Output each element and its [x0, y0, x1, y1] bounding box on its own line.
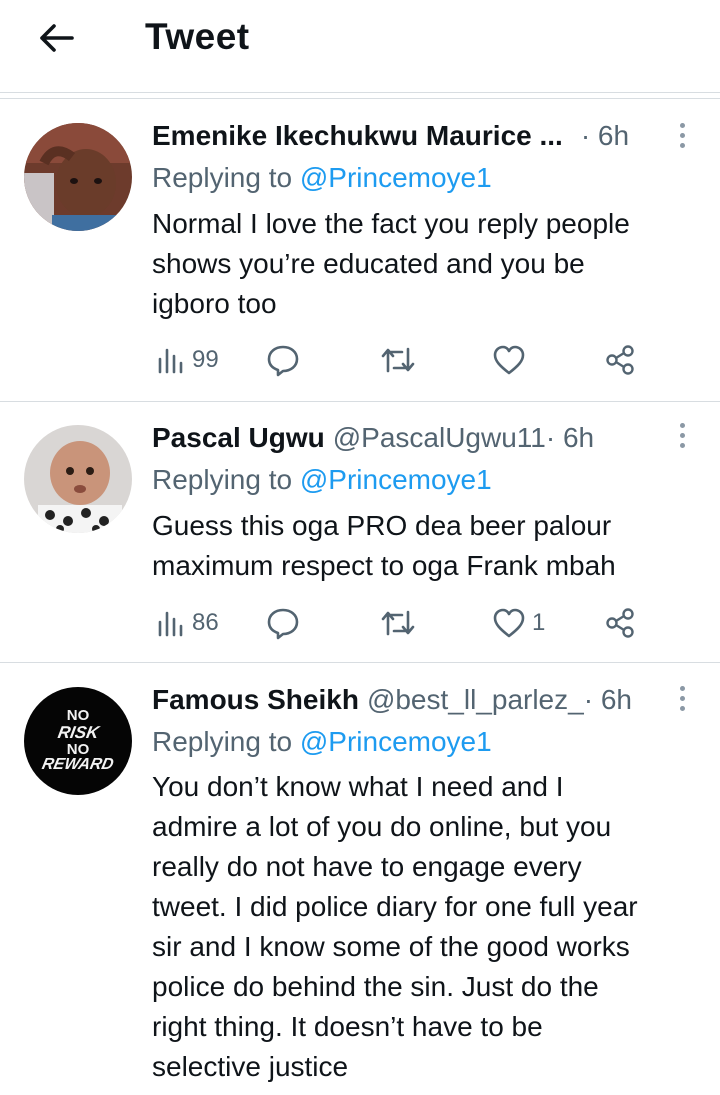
avatar-logo-text: RISK: [56, 722, 101, 742]
avatar[interactable]: [24, 425, 132, 533]
likes-count: 1: [532, 609, 546, 636]
user-photo-icon: [24, 123, 132, 231]
action-bar: 99: [152, 340, 652, 380]
replying-label: Replying to: [152, 162, 300, 193]
heart-icon: [493, 608, 525, 638]
timestamp[interactable]: · 6h: [584, 684, 632, 716]
dot: [679, 142, 685, 148]
tweet-header: Emenike Ikechukwu Maurice ... · 6h: [152, 120, 660, 152]
timestamp[interactable]: · 6h: [581, 120, 629, 152]
dot: [679, 685, 685, 691]
page-title: Tweet: [145, 16, 250, 57]
text-line: tweet. I did police diary for one full y…: [152, 891, 638, 922]
text-line: police do behind the sin. Just do the: [152, 971, 599, 1002]
replying-to: Replying to @Princemoye1: [152, 162, 492, 194]
tweet-header: Famous Sheikh @best_ll_parlez_ · 6h: [152, 684, 660, 716]
like-button[interactable]: [492, 340, 526, 380]
text-line: maximum respect to oga Frank mbah: [152, 550, 616, 581]
user-photo-icon: [24, 425, 132, 533]
divider: [0, 401, 720, 402]
author-handle[interactable]: @best_ll_parlez_: [367, 684, 584, 716]
replying-to: Replying to @Princemoye1: [152, 464, 492, 496]
share-icon: [606, 608, 634, 638]
analytics-icon: [158, 348, 183, 374]
views-button[interactable]: 86: [156, 603, 219, 643]
author-handle[interactable]: @PascalUgwu11: [333, 422, 546, 454]
top-bar: Tweet: [0, 0, 720, 92]
reply-button[interactable]: [266, 603, 300, 643]
share-button[interactable]: [604, 603, 636, 643]
retweet-icon: [381, 347, 415, 373]
mention-link[interactable]: @Princemoye1: [300, 464, 492, 495]
reply-icon: [267, 608, 299, 640]
author-name[interactable]: Emenike Ikechukwu Maurice ...: [152, 120, 563, 152]
mention-link[interactable]: @Princemoye1: [300, 162, 492, 193]
more-options-button[interactable]: [674, 415, 690, 455]
replying-to: Replying to @Princemoye1: [152, 726, 492, 758]
avatar-logo-text: REWARD: [40, 756, 116, 774]
reply-button[interactable]: [266, 340, 300, 380]
mention-link[interactable]: @Princemoye1: [300, 726, 492, 757]
retweet-button[interactable]: [380, 340, 416, 380]
like-button[interactable]: 1: [492, 603, 545, 643]
dot: [679, 705, 685, 711]
avatar-logo-text: NO: [66, 740, 90, 758]
text-line: admire a lot of you do online, but you: [152, 811, 612, 842]
avatar[interactable]: NO RISK NO REWARD: [24, 687, 132, 795]
dot: [679, 695, 685, 701]
more-options-button[interactable]: [674, 115, 690, 155]
avatar-logo-text: NO: [66, 706, 90, 724]
text-line: really do not have to engage every: [152, 851, 582, 882]
text-line: shows you’re educated and you be: [152, 248, 585, 279]
dot: [679, 432, 685, 438]
author-name[interactable]: Famous Sheikh: [152, 684, 359, 716]
author-name[interactable]: Pascal Ugwu: [152, 422, 325, 454]
action-bar: 86 1: [152, 603, 652, 643]
tweet-header: Pascal Ugwu @PascalUgwu11 · 6h: [152, 422, 660, 454]
timestamp[interactable]: · 6h: [546, 422, 594, 454]
dot: [679, 122, 685, 128]
divider: [0, 98, 720, 99]
dot: [679, 132, 685, 138]
text-line: Guess this oga PRO dea beer palour: [152, 510, 612, 541]
text-line: igboro too: [152, 288, 277, 319]
tweet-text: Normal I love the fact you reply people …: [152, 204, 700, 324]
retweet-icon: [381, 610, 415, 636]
text-line: sir and I know some of the good works: [152, 931, 630, 962]
views-count: 86: [192, 609, 219, 636]
views-count: 99: [192, 346, 219, 373]
text-line: Normal I love the fact you reply people: [152, 208, 630, 239]
divider: [0, 662, 720, 663]
reply-icon: [267, 345, 299, 377]
share-icon: [606, 345, 634, 375]
divider: [0, 92, 720, 93]
more-options-button[interactable]: [674, 678, 690, 718]
views-button[interactable]: 99: [156, 340, 219, 380]
replying-label: Replying to: [152, 726, 300, 757]
replying-label: Replying to: [152, 464, 300, 495]
retweet-button[interactable]: [380, 603, 416, 643]
arrow-left-icon: [40, 24, 74, 52]
tweet-text: You don’t know what I need and I admire …: [152, 767, 700, 1087]
dot: [679, 442, 685, 448]
text-line: right thing. It doesn’t have to be: [152, 1011, 543, 1042]
text-line: You don’t know what I need and I: [152, 771, 564, 802]
back-button[interactable]: [34, 18, 78, 58]
avatar[interactable]: [24, 123, 132, 231]
text-line: selective justice: [152, 1051, 349, 1082]
share-button[interactable]: [604, 340, 636, 380]
heart-icon: [493, 345, 525, 375]
dot: [679, 422, 685, 428]
tweet-text: Guess this oga PRO dea beer palour maxim…: [152, 506, 700, 586]
analytics-icon: [158, 611, 183, 637]
